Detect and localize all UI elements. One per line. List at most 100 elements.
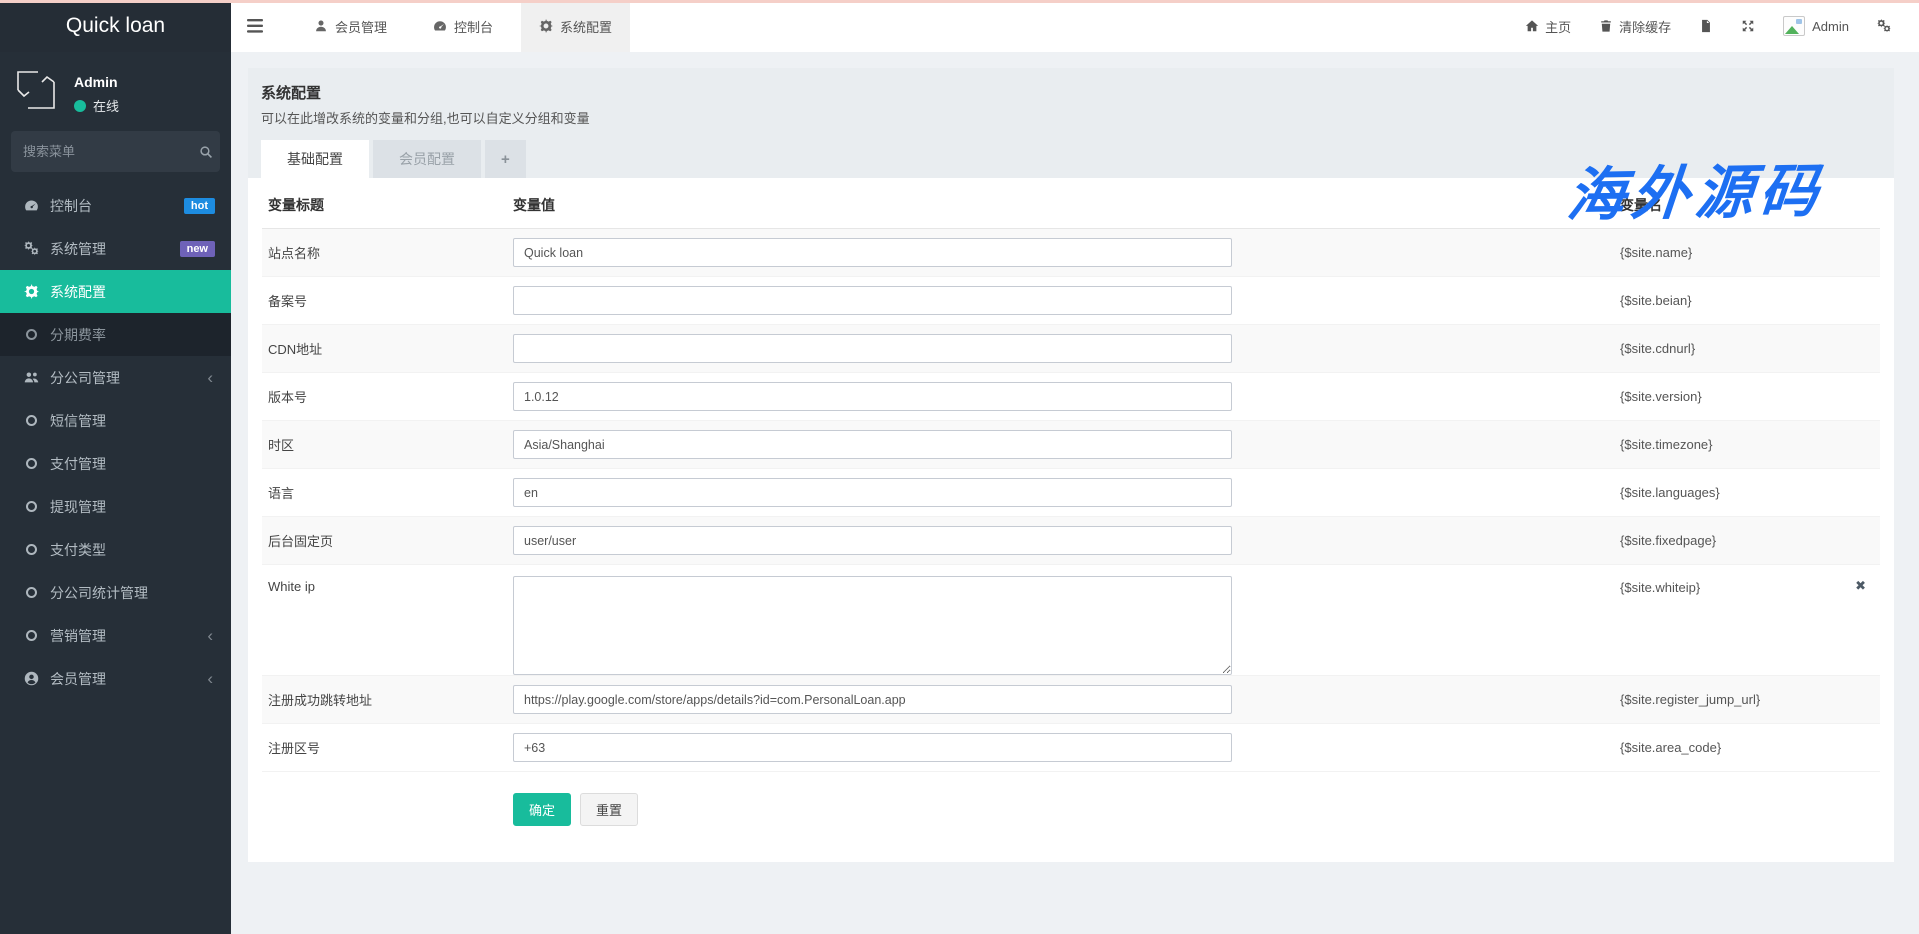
sidebar-item-branch-stats-admin[interactable]: 分公司统计管理 [0, 571, 231, 614]
form-row-timezone: 时区 {$site.timezone} [262, 421, 1880, 469]
language-input[interactable] [513, 478, 1232, 507]
admin-avatar [1783, 16, 1805, 36]
admin-profile-link[interactable]: Admin [1769, 0, 1863, 52]
panel-heading: 系统配置 可以在此增改系统的变量和分组,也可以自定义分组和变量 基础配置 会员配… [248, 68, 1894, 178]
menu-search-input[interactable] [23, 144, 199, 159]
sidebar-item-branch-admin[interactable]: 分公司管理 ‹ [0, 356, 231, 399]
panel-body: 变量标题 变量值 变量名 站点名称 {$site.name} 备案号 {$sit… [248, 178, 1894, 862]
hamburger-menu-button[interactable] [231, 0, 279, 52]
field-label: 备案号 [262, 277, 513, 324]
admin-name: Admin [1812, 19, 1849, 34]
variable-name: {$site.languages} [1233, 469, 1880, 516]
circle-icon [26, 630, 37, 641]
tab-member-admin[interactable]: 会员管理 [296, 0, 405, 52]
tab-basic-config[interactable]: 基础配置 [261, 140, 369, 178]
variable-name: {$site.register_jump_url} [1233, 676, 1880, 723]
variable-name: {$site.beian} [1233, 277, 1880, 324]
page-title: 系统配置 [261, 82, 1880, 103]
add-group-tab[interactable]: + [485, 140, 526, 178]
variable-name: {$site.fixedpage} [1233, 517, 1880, 564]
sidebar-item-marketing-admin[interactable]: 营销管理 ‹ [0, 614, 231, 657]
sidebar-item-sms-admin[interactable]: 短信管理 [0, 399, 231, 442]
sidebar-item-installment-rate[interactable]: 分期费率 [0, 313, 231, 356]
user-circle-icon [24, 671, 39, 686]
top-progress-line [0, 0, 1919, 3]
user-name: Admin [74, 74, 119, 90]
form-row-version: 版本号 {$site.version} [262, 373, 1880, 421]
sidebar-item-label: 支付类型 [50, 540, 106, 560]
sidebar-item-label: 支付管理 [50, 454, 106, 474]
config-tabs: 基础配置 会员配置 + [261, 140, 1880, 178]
admin-app: Quick loan Admin 在线 控制台 hot [0, 0, 1919, 934]
navbar-right: 主页 清除缓存 Admin [1511, 0, 1919, 52]
cogs-icon [1877, 19, 1891, 33]
site-name-input[interactable] [513, 238, 1232, 267]
fixed-page-input[interactable] [513, 526, 1232, 555]
remove-field-icon[interactable]: ✖ [1855, 579, 1866, 592]
tachometer-icon [24, 198, 39, 213]
tab-label: 系统配置 [560, 17, 612, 36]
white-ip-textarea[interactable] [513, 576, 1232, 675]
chevron-left-icon: ‹ [207, 627, 213, 644]
circle-icon [26, 458, 37, 469]
field-label: 后台固定页 [262, 517, 513, 564]
sidebar-item-dashboard[interactable]: 控制台 hot [0, 184, 231, 227]
submit-button[interactable]: 确定 [513, 793, 571, 826]
sidebar-item-label: 系统管理 [50, 239, 106, 259]
area-code-input[interactable] [513, 733, 1232, 762]
column-header-title: 变量标题 [262, 195, 513, 215]
version-input[interactable] [513, 382, 1232, 411]
form-row-language: 语言 {$site.languages} [262, 469, 1880, 517]
beian-input[interactable] [513, 286, 1232, 315]
sidebar-item-withdraw-admin[interactable]: 提现管理 [0, 485, 231, 528]
tab-dashboard[interactable]: 控制台 [415, 0, 511, 52]
form-row-cdn-url: CDN地址 {$site.cdnurl} [262, 325, 1880, 373]
sidebar-item-label: 分公司统计管理 [50, 583, 148, 603]
clear-cache-link[interactable]: 清除缓存 [1585, 0, 1685, 52]
config-panel: 系统配置 可以在此增改系统的变量和分组,也可以自定义分组和变量 基础配置 会员配… [248, 68, 1894, 862]
field-label: CDN地址 [262, 325, 513, 372]
top-navbar: 会员管理 控制台 系统配置 主页 清除缓存 [231, 0, 1919, 52]
online-status-dot [74, 100, 86, 112]
chevron-left-icon: ‹ [207, 670, 213, 687]
expand-icon [1741, 19, 1755, 33]
fullscreen-button[interactable] [1727, 0, 1769, 52]
home-link[interactable]: 主页 [1511, 0, 1585, 52]
tachometer-icon [433, 19, 447, 33]
sidebar-item-system-admin[interactable]: 系统管理 new [0, 227, 231, 270]
field-label: White ip [262, 565, 513, 675]
language-link[interactable] [1685, 0, 1727, 52]
variable-name: {$site.name} [1233, 229, 1880, 276]
register-jump-url-input[interactable] [513, 685, 1232, 714]
circle-icon [26, 329, 37, 340]
home-icon [1525, 19, 1539, 33]
timezone-input[interactable] [513, 430, 1232, 459]
sidebar-menu: 控制台 hot 系统管理 new 系统配置 分期费率 分公司管理 ‹ [0, 184, 231, 700]
sidebar-item-payment-type[interactable]: 支付类型 [0, 528, 231, 571]
main-content: 系统配置 可以在此增改系统的变量和分组,也可以自定义分组和变量 基础配置 会员配… [231, 52, 1919, 934]
tab-system-config[interactable]: 系统配置 [521, 0, 630, 52]
home-label: 主页 [1545, 17, 1571, 36]
page-subtitle: 可以在此增改系统的变量和分组,也可以自定义分组和变量 [261, 108, 1880, 127]
file-icon [1699, 19, 1713, 33]
sidebar-item-label: 提现管理 [50, 497, 106, 517]
field-label: 站点名称 [262, 229, 513, 276]
sidebar-item-payment-admin[interactable]: 支付管理 [0, 442, 231, 485]
sidebar-item-system-config[interactable]: 系统配置 [0, 270, 231, 313]
form-row-beian: 备案号 {$site.beian} [262, 277, 1880, 325]
form-header-row: 变量标题 变量值 变量名 [262, 178, 1880, 229]
search-icon[interactable] [199, 145, 213, 159]
reset-button[interactable]: 重置 [580, 793, 638, 826]
sidebar-item-label: 分公司管理 [50, 368, 120, 388]
sidebar-item-label: 营销管理 [50, 626, 106, 646]
cdn-url-input[interactable] [513, 334, 1232, 363]
settings-button[interactable] [1863, 0, 1905, 52]
column-header-name: 变量名 [1233, 195, 1880, 215]
field-label: 时区 [262, 421, 513, 468]
tab-member-config[interactable]: 会员配置 [373, 140, 481, 178]
sidebar-item-label: 会员管理 [50, 669, 106, 689]
column-header-value: 变量值 [513, 195, 1233, 215]
circle-icon [26, 587, 37, 598]
form-actions: 确定 重置 [262, 772, 1880, 826]
sidebar-item-member-admin[interactable]: 会员管理 ‹ [0, 657, 231, 700]
